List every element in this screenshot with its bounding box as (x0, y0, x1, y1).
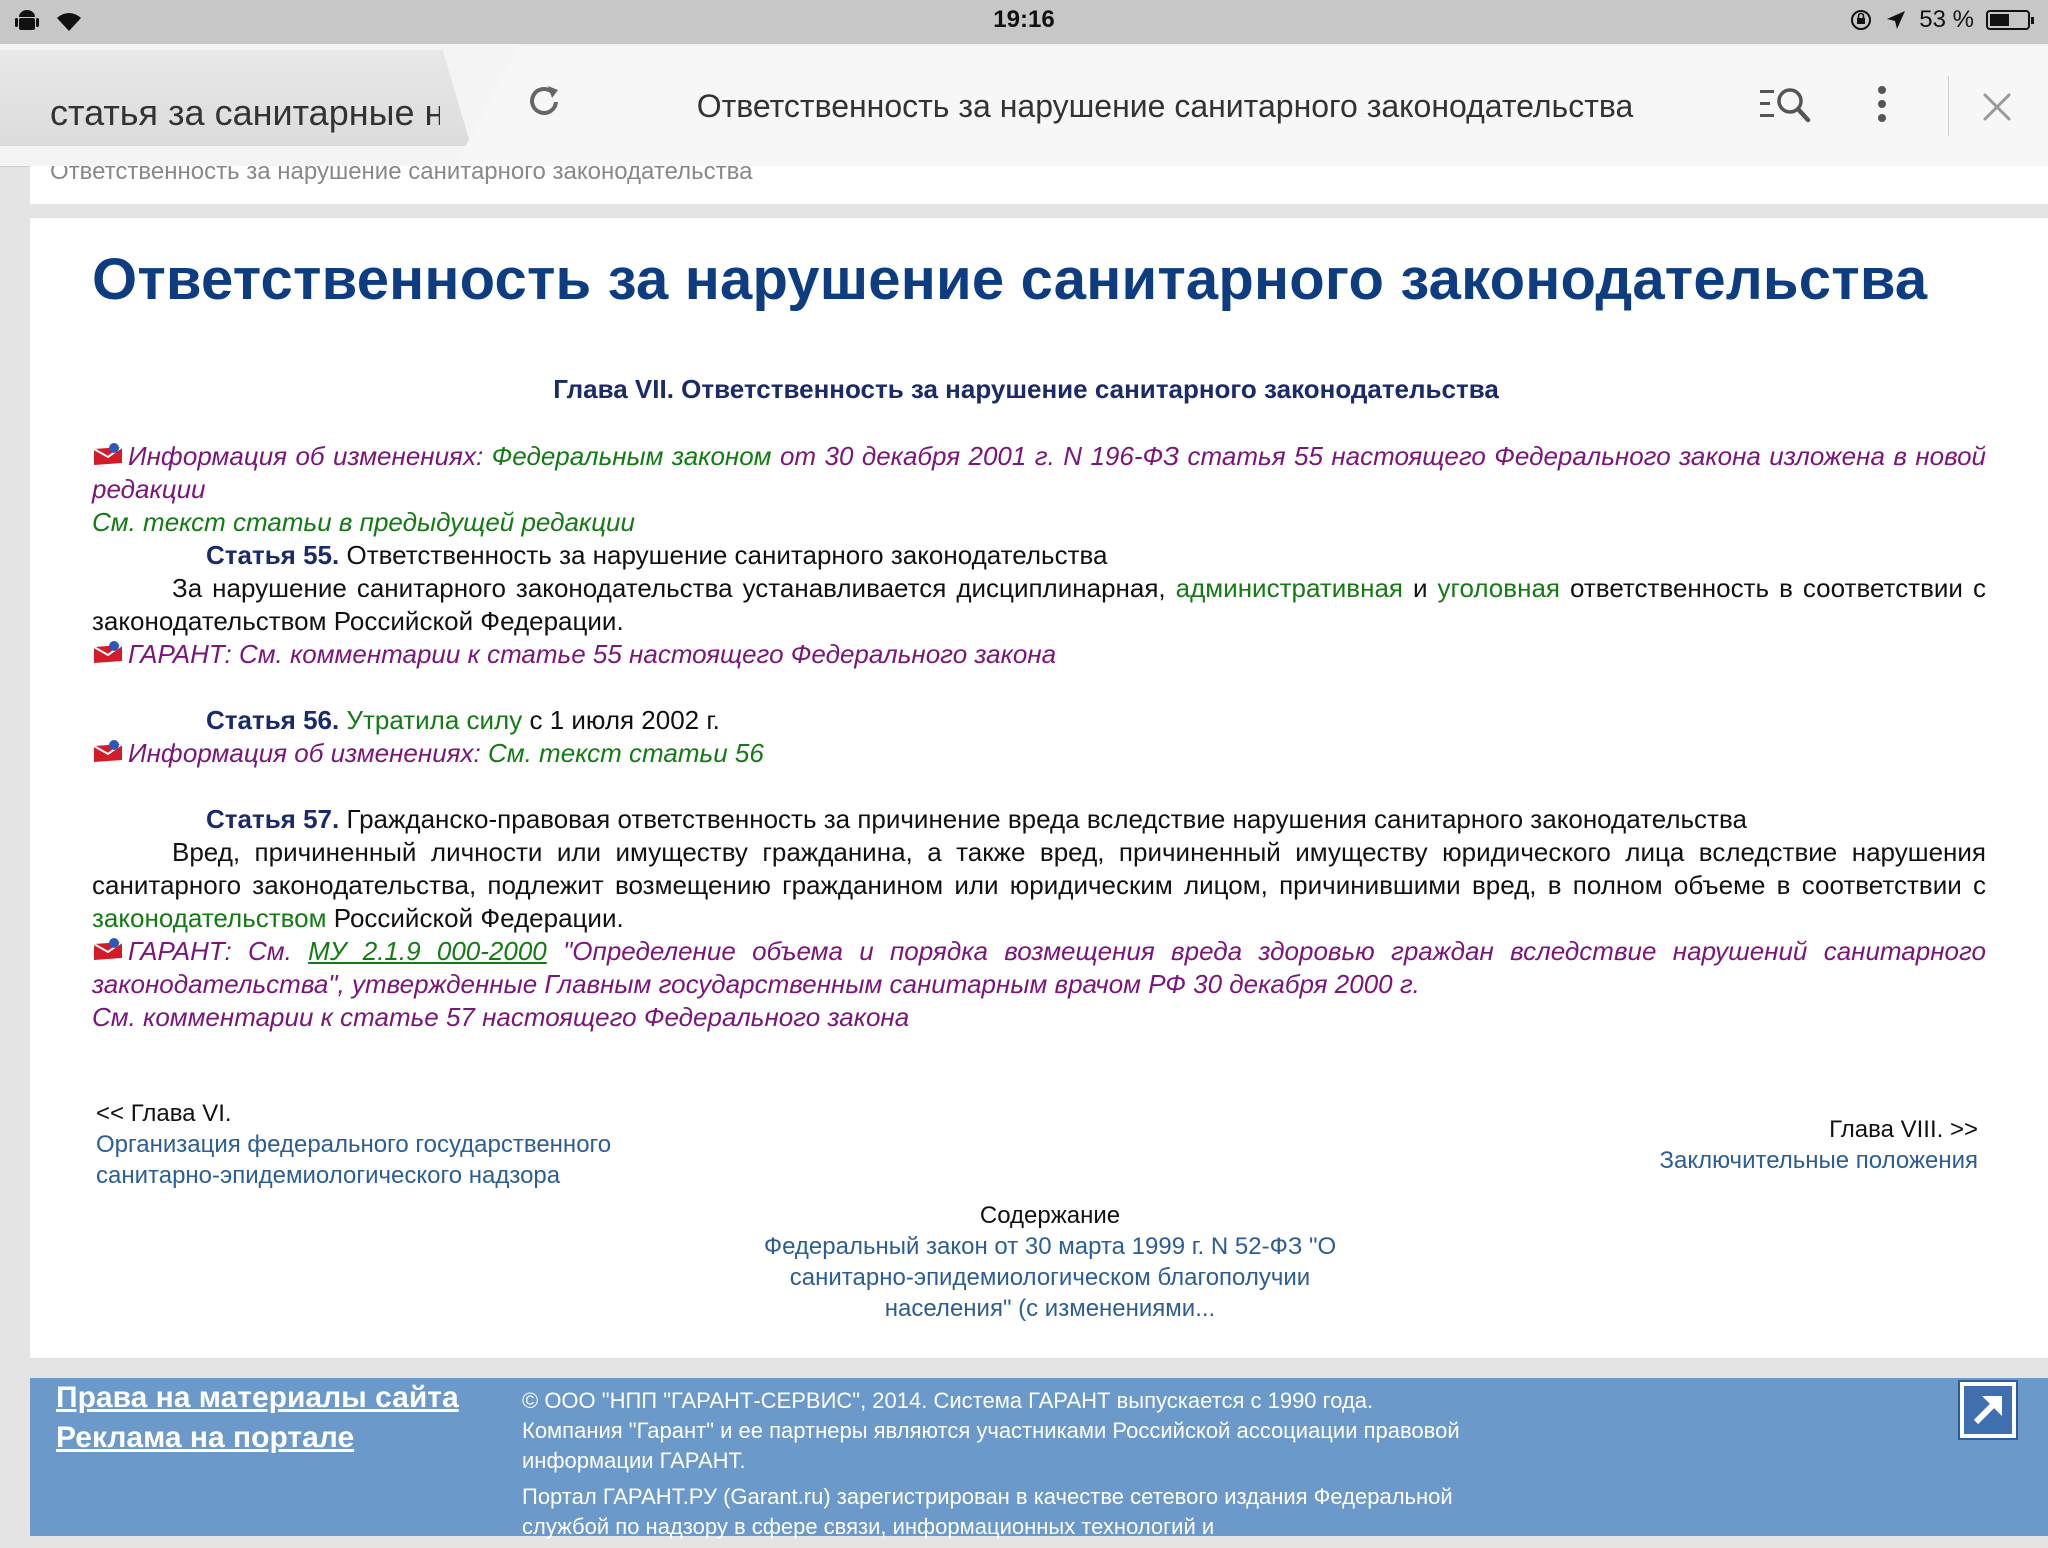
article-55-number: Статья 55. (206, 540, 340, 570)
contents-link[interactable]: Федеральный закон от 30 марта 1999 г. N … (720, 1231, 1380, 1262)
tab-title: статья за санитарные н (50, 92, 440, 133)
criminal-link[interactable]: уголовная (1438, 573, 1560, 603)
breadcrumb-text[interactable]: Ответственность за нарушение санитарного… (50, 166, 752, 186)
article-heading: Ответственность за нарушение санитарного… (92, 247, 1928, 312)
lost-force-link[interactable]: Утратила силу (346, 705, 522, 735)
rights-link[interactable]: Права на материалы сайта (56, 1378, 459, 1418)
toolbar-divider (1948, 76, 1949, 136)
find-in-page-icon[interactable] (1760, 84, 1812, 124)
page-title: Ответственность за нарушение санитарного… (696, 88, 1634, 124)
info-flag-icon (93, 443, 123, 465)
article-57-text-end: Российской Федерации. (333, 903, 624, 933)
previous-edition-link[interactable]: См. текст статьи в предыдущей редакции (92, 507, 635, 537)
prev-chapter-nav: << Глава VI. Организация федерального го… (96, 1098, 611, 1191)
close-icon[interactable] (1982, 92, 2012, 122)
chapter-title: Глава VII. Ответственность за нарушение … (553, 374, 1499, 404)
tab-inactive[interactable]: статья за санитарные н (0, 50, 471, 146)
mu-document-link[interactable]: МУ 2.1.9 000-2000 (308, 936, 547, 966)
next-chapter-label[interactable]: Глава VIII. >> (1659, 1114, 1978, 1145)
prev-chapter-label[interactable]: << Глава VI. (96, 1098, 611, 1129)
garant-label: ГАРАНТ: (128, 936, 232, 966)
garant-flag-icon (93, 641, 123, 663)
article-57-text: Вред, причиненный личности или имуществу… (92, 837, 1986, 900)
status-bar: 19:16 53 % (0, 0, 2048, 44)
article-body: Информация об изменениях: Федеральным за… (92, 440, 1986, 1034)
article-55-text: За нарушение санитарного законодательств… (172, 573, 1166, 603)
article-56-text-link[interactable]: См. текст статьи 56 (488, 738, 764, 768)
article-57-number: Статья 57. (206, 804, 340, 834)
battery-percent: 53 % (1919, 6, 1974, 33)
copyright-text: © ООО "НПП "ГАРАНТ-СЕРВИС", 2014. Систем… (522, 1388, 1460, 1473)
legislation-link[interactable]: законодательством (92, 903, 327, 933)
garant-label: ГАРАНТ: (128, 639, 232, 669)
article-55-title: Ответственность за нарушение санитарного… (346, 540, 1108, 570)
info-label: Информация об изменениях: (128, 738, 481, 768)
footer-text: © ООО "НПП "ГАРАНТ-СЕРВИС", 2014. Систем… (522, 1386, 1462, 1548)
garant-flag-icon (93, 938, 123, 960)
info-flag-icon (93, 740, 123, 762)
contents-link[interactable]: санитарно-эпидемиологическом благополучи… (720, 1262, 1380, 1293)
scroll-top-button[interactable] (1958, 1380, 2018, 1440)
article-57-title: Гражданско-правовая ответственность за п… (346, 804, 1747, 834)
info-label: Информация об изменениях: (128, 441, 484, 471)
federal-law-link[interactable]: Федеральным законом (492, 441, 772, 471)
contents-nav: Содержание Федеральный закон от 30 марта… (720, 1200, 1380, 1324)
arrow-up-right-icon (1964, 1386, 2012, 1434)
breadcrumb: Ответственность за нарушение санитарного… (30, 166, 2048, 204)
location-arrow-icon (1887, 11, 1906, 29)
battery-icon (1986, 10, 2034, 30)
clock: 19:16 (993, 6, 1055, 33)
contents-label: Содержание (979, 1202, 1121, 1229)
garant-comment-link[interactable]: См. комментарии к статье 57 настоящего Ф… (92, 1002, 909, 1032)
administrative-link[interactable]: административная (1176, 573, 1403, 603)
site-footer: Права на материалы сайта Реклама на порт… (30, 1378, 2048, 1539)
advertising-link[interactable]: Реклама на портале (56, 1418, 459, 1458)
article-56-text: с 1 июля 2002 г. (529, 705, 720, 735)
contents-link[interactable]: населения" (с изменениями... (720, 1293, 1380, 1324)
garant-see: См. (248, 936, 292, 966)
content-card: Ответственность за нарушение санитарного… (30, 218, 2048, 1358)
article-56-number: Статья 56. (206, 705, 340, 735)
reload-icon[interactable] (522, 80, 566, 124)
prev-chapter-link[interactable]: санитарно-эпидемиологического надзора (96, 1160, 611, 1191)
next-chapter-link[interactable]: Заключительные положения (1659, 1145, 1978, 1176)
prev-chapter-link[interactable]: Организация федерального государственног… (96, 1129, 611, 1160)
conjunction-text: и (1413, 573, 1428, 603)
more-vert-icon[interactable] (1872, 84, 1892, 124)
next-chapter-nav: Глава VIII. >> Заключительные положения (1659, 1114, 1978, 1176)
portal-registration-text: Портал ГАРАНТ.РУ (Garant.ru) зарегистрир… (522, 1484, 1453, 1539)
garant-comment-link[interactable]: См. комментарии к статье 55 настоящего Ф… (239, 639, 1056, 669)
orientation-lock-icon (1851, 10, 1872, 30)
